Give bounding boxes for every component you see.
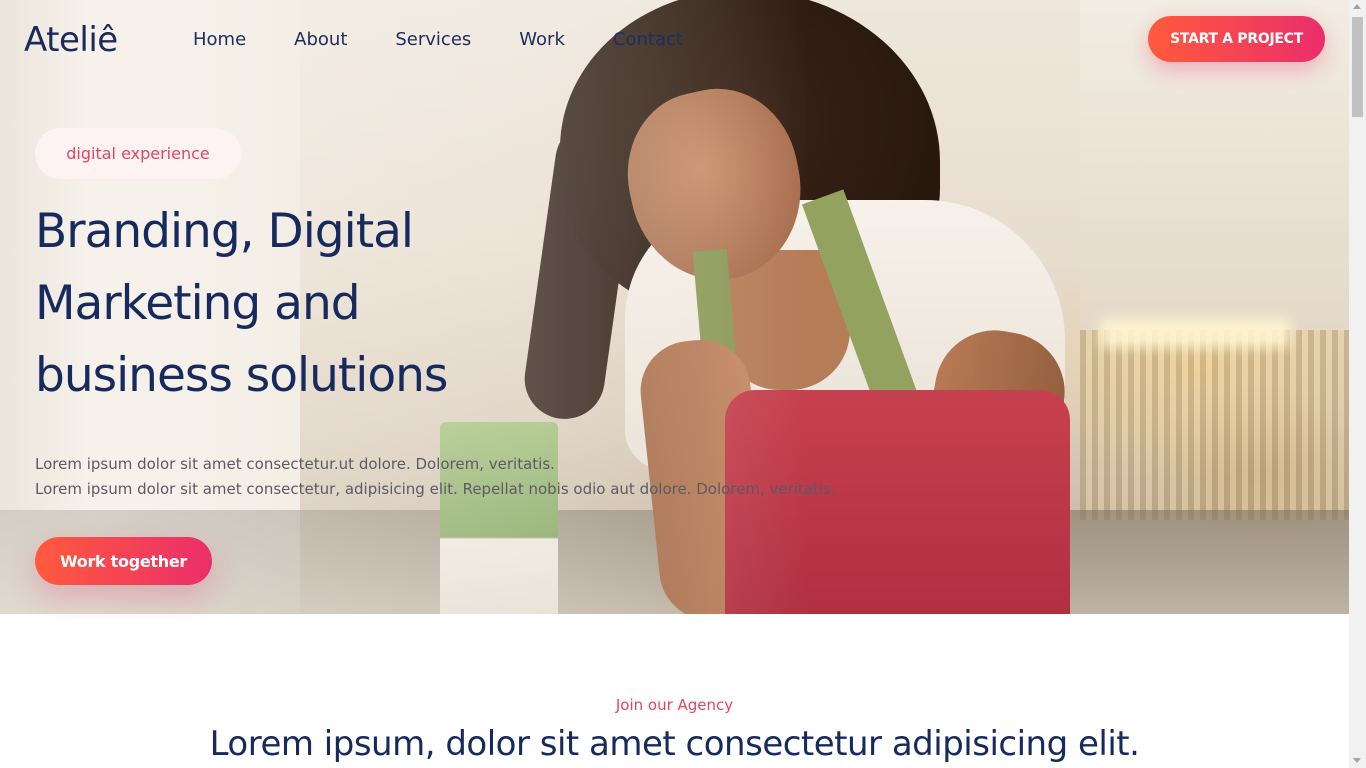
- page-scrollbar[interactable]: [1349, 0, 1366, 768]
- nav-item-about[interactable]: About: [294, 29, 347, 51]
- section-title: Lorem ipsum, dolor sit amet consectetur …: [209, 724, 1140, 764]
- section-eyebrow: Join our Agency: [615, 696, 734, 714]
- work-together-button[interactable]: Work together: [35, 537, 212, 585]
- scroll-up-arrow-icon[interactable]: [1353, 4, 1361, 9]
- hero-headline: Branding, Digital Marketing and business…: [35, 204, 448, 403]
- nav-item-home[interactable]: Home: [193, 29, 246, 51]
- nav-item-services[interactable]: Services: [395, 29, 471, 51]
- scroll-down-arrow-icon[interactable]: [1353, 758, 1361, 763]
- nav-item-work[interactable]: Work: [519, 29, 565, 51]
- start-project-button[interactable]: START A PROJECT: [1148, 16, 1325, 62]
- brand-logo[interactable]: Ateliê: [24, 20, 118, 60]
- hero-tag: digital experience: [35, 128, 241, 179]
- hero-lead-line: Lorem ipsum dolor sit amet consectetur.u…: [35, 455, 555, 473]
- main-nav: Home About Services Work Contact: [193, 29, 731, 51]
- hero-lead-line: Lorem ipsum dolor sit amet consectetur, …: [35, 480, 836, 498]
- nav-item-contact[interactable]: Contact: [613, 29, 683, 51]
- hero-lead: Lorem ipsum dolor sit amet consectetur.u…: [35, 452, 915, 502]
- scrollbar-thumb[interactable]: [1352, 17, 1363, 117]
